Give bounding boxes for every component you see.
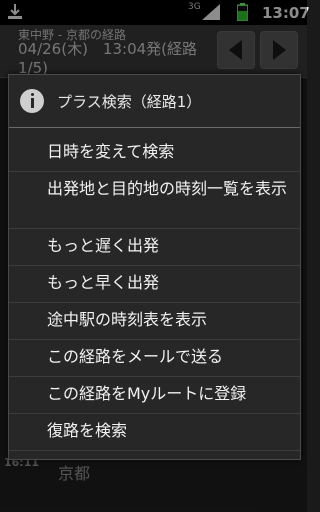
info-icon — [20, 89, 44, 113]
menu-item-timetable-list[interactable]: 出発地と目的地の時刻一覧を表示 — [9, 172, 300, 229]
dialog-title-row: プラス検索（経路1） — [9, 75, 300, 127]
dialog-title-divider — [9, 127, 300, 128]
dialog-menu: 日時を変えて検索 出発地と目的地の時刻一覧を表示 もっと遅く出発 もっと早く出発… — [9, 135, 300, 451]
menu-item-depart-earlier[interactable]: もっと早く出発 — [9, 266, 300, 303]
dialog-title: プラス検索（経路1） — [57, 93, 202, 111]
menu-item-return-route[interactable]: 復路を検索 — [9, 414, 300, 451]
menu-item-change-datetime[interactable]: 日時を変えて検索 — [9, 135, 300, 172]
menu-item-station-timetable[interactable]: 途中駅の時刻表を表示 — [9, 303, 300, 340]
menu-item-send-mail[interactable]: この経路をメールで送る — [9, 340, 300, 377]
plus-search-dialog: プラス検索（経路1） 日時を変えて検索 出発地と目的地の時刻一覧を表示 もっと遅… — [8, 74, 301, 460]
menu-item-save-myroute[interactable]: この経路をMyルートに登録 — [9, 377, 300, 414]
menu-item-depart-later[interactable]: もっと遅く出発 — [9, 229, 300, 266]
